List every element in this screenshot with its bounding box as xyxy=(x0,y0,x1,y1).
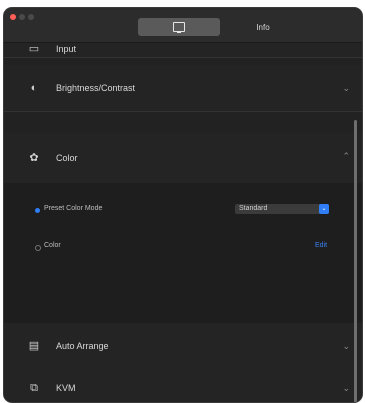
row-color[interactable]: ✿ Color ⌃ xyxy=(4,133,362,184)
color-mode-select[interactable]: Standard ⌄ xyxy=(235,204,329,214)
chevron-down-icon: ⌄ xyxy=(319,204,329,214)
chevron-down-icon: ⌄ xyxy=(342,83,350,93)
input-icon: ▭ xyxy=(28,43,40,55)
color-option-label: Color xyxy=(44,242,61,249)
minimize-window-button[interactable] xyxy=(19,14,25,20)
settings-list: ▭ Input ◐ Brightness/Contrast ⌄ ✿ Color … xyxy=(4,43,362,402)
view-segmented-control: Info xyxy=(136,18,306,36)
close-window-button[interactable] xyxy=(10,14,16,20)
chevron-down-icon: ⌄ xyxy=(342,341,350,351)
brightness-icon: ◐ xyxy=(30,82,38,94)
row-auto-arrange[interactable]: ▤ Auto Arrange ⌄ xyxy=(4,323,362,370)
row-kvm[interactable]: ⧉ KVM ⌄ xyxy=(4,369,362,402)
row-brightness[interactable]: ◐ Brightness/Contrast ⌄ xyxy=(4,65,362,112)
preset-color-mode-label: Preset Color Mode xyxy=(44,205,103,212)
title-bar: Info xyxy=(4,8,362,43)
monitor-icon xyxy=(173,22,185,33)
edit-color-link[interactable]: Edit xyxy=(315,242,327,249)
row-color-label: Color xyxy=(56,153,78,163)
tab-display[interactable] xyxy=(138,18,220,36)
tab-info-label: Info xyxy=(256,22,270,32)
preset-color-mode-radio[interactable] xyxy=(35,208,40,213)
arrange-icon: ▤ xyxy=(28,340,40,352)
row-input-label: Input xyxy=(56,44,77,54)
row-brightness-label: Brightness/Contrast xyxy=(56,83,136,93)
kvm-icon: ⧉ xyxy=(30,382,38,394)
color-radio[interactable] xyxy=(35,245,41,251)
app-window: Info ▭ Input ◐ Brightness/Contrast ⌄ ✿ C… xyxy=(4,8,362,402)
chevron-down-icon: ⌄ xyxy=(342,383,350,393)
maximize-window-button[interactable] xyxy=(28,14,34,20)
row-kvm-label: KVM xyxy=(56,383,76,393)
tab-info[interactable]: Info xyxy=(222,18,304,36)
color-mode-select-value: Standard xyxy=(239,205,268,212)
row-input[interactable]: ▭ Input xyxy=(4,43,362,58)
palette-icon: ✿ xyxy=(29,152,39,164)
chevron-up-icon: ⌃ xyxy=(342,151,350,161)
color-settings-panel: Preset Color Mode Standard ⌄ Color Edit xyxy=(4,183,362,323)
scrollbar[interactable] xyxy=(354,120,357,402)
row-auto-arrange-label: Auto Arrange xyxy=(56,341,109,351)
